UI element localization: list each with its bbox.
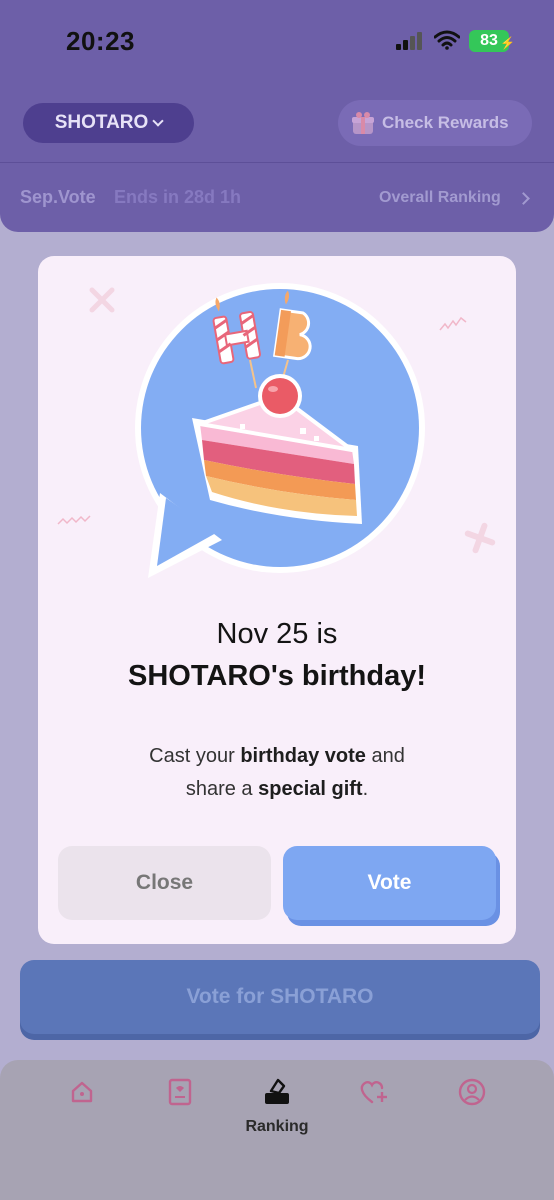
- header-divider: [0, 162, 554, 163]
- birthday-headline: SHOTARO's birthday!: [128, 660, 426, 692]
- status-bar: 20:23 83 ⚡: [0, 0, 554, 80]
- vote-button[interactable]: Vote: [283, 846, 496, 920]
- vote-countdown: Ends in 28d 1h: [114, 187, 242, 207]
- profile-icon: [458, 1078, 486, 1106]
- tab-profile[interactable]: [452, 1075, 492, 1109]
- vote-title: Sep.Vote: [20, 187, 96, 207]
- description-line-2: share a special gift.: [185, 778, 369, 800]
- close-button[interactable]: Close: [58, 846, 271, 920]
- check-rewards-label: Check Rewards: [382, 113, 509, 132]
- home-icon: [71, 1081, 93, 1103]
- wifi-icon: [434, 30, 460, 50]
- birthday-description: Cast your birthday vote and share a spec…: [38, 740, 516, 806]
- sparkle-plus-icon: [464, 522, 496, 554]
- tab-home[interactable]: [62, 1075, 102, 1109]
- overall-ranking-link[interactable]: Overall Ranking: [379, 189, 501, 207]
- birthday-date-text: Nov 25 is: [216, 618, 338, 650]
- signal-icon: [396, 32, 426, 50]
- birthday-modal: Nov 25 is SHOTARO's birthday! Cast your …: [38, 256, 516, 944]
- tab-favorite[interactable]: [354, 1075, 394, 1109]
- birthday-cake-illustration: [135, 283, 425, 578]
- charging-icon: ⚡: [500, 36, 515, 50]
- status-time: 20:23: [66, 26, 135, 56]
- sparkle-cross-icon: [89, 287, 115, 313]
- tab-ranking[interactable]: [257, 1075, 297, 1109]
- gift-icon: [352, 112, 374, 134]
- heart-plus-icon: [360, 1080, 387, 1104]
- squiggle-icon: [57, 515, 91, 525]
- tab-card[interactable]: [160, 1075, 200, 1109]
- check-rewards-button[interactable]: Check Rewards: [338, 100, 532, 146]
- tab-ranking-label: Ranking: [245, 1118, 309, 1135]
- ranking-icon: [265, 1078, 289, 1104]
- description-line-1: Cast your birthday vote and: [149, 745, 405, 767]
- artist-selector-label: SHOTARO: [54, 112, 149, 133]
- chevron-down-icon: [152, 115, 164, 127]
- card-icon: [168, 1078, 192, 1106]
- squiggle-icon: [439, 316, 467, 331]
- vote-for-artist-button[interactable]: Vote for SHOTARO: [20, 960, 540, 1034]
- artist-selector[interactable]: SHOTARO: [23, 103, 194, 143]
